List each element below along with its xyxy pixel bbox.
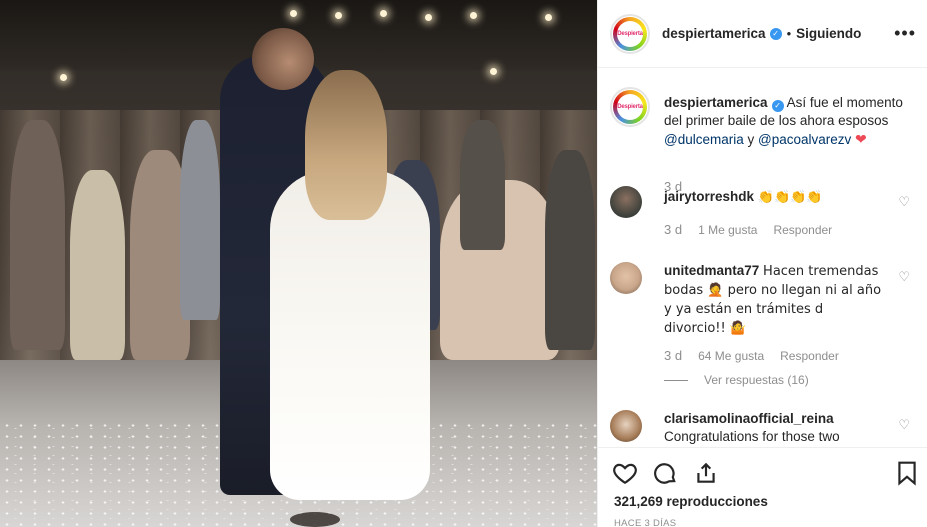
- post-actions: 321,269 reproducciones HACE 3 DÍAS: [598, 447, 927, 527]
- comment-body: clarisamolinaofficial_reina Congratulati…: [664, 410, 888, 446]
- string-light: [335, 12, 342, 19]
- avatar-ring: Despierta: [613, 16, 647, 51]
- comment-body: jairytorreshdk 👏👏👏👏: [664, 188, 888, 207]
- commenter-avatar[interactable]: [610, 186, 642, 218]
- author-avatar[interactable]: Despierta: [610, 13, 650, 54]
- comment-time[interactable]: 3 d: [664, 222, 682, 237]
- comment-icon[interactable]: [652, 460, 678, 486]
- bookmark-icon[interactable]: [894, 460, 920, 486]
- verified-badge-icon: ✓: [771, 100, 784, 112]
- instagram-post: Despierta despiertamerica ✓ • Siguiendo …: [0, 0, 927, 527]
- caption-text: despiertamerica ✓ Así fue el momento del …: [664, 94, 919, 149]
- string-light: [545, 14, 552, 21]
- commenter-username[interactable]: jairytorreshdk: [664, 189, 754, 204]
- guest-figure: [10, 120, 65, 350]
- caption-conjunction: y: [747, 132, 755, 147]
- guest-figure: [460, 120, 505, 250]
- view-replies-button[interactable]: Ver respuestas (16): [664, 373, 809, 387]
- author-username[interactable]: despiertamerica: [662, 26, 766, 41]
- comment-likes[interactable]: 64 Me gusta: [698, 349, 764, 363]
- following-button[interactable]: Siguiendo: [796, 26, 861, 41]
- string-light: [470, 12, 477, 19]
- caption-author-avatar[interactable]: Despierta: [610, 87, 650, 127]
- post-header: Despierta despiertamerica ✓ • Siguiendo …: [598, 0, 927, 68]
- heart-outline-icon[interactable]: ♡: [898, 194, 910, 210]
- comment-text: 👏👏👏👏: [757, 190, 823, 205]
- share-icon[interactable]: [693, 460, 719, 486]
- commenter-username[interactable]: clarisamolinaofficial_reina: [664, 411, 834, 426]
- guest-figure: [180, 120, 220, 320]
- avatar-logo: Despierta: [617, 20, 643, 47]
- post-video[interactable]: [0, 0, 597, 527]
- groom-head: [252, 28, 314, 90]
- replies-line: [664, 379, 688, 381]
- comment-meta: 3 d 64 Me gusta Responder: [664, 348, 839, 363]
- comment-time[interactable]: 3 d: [664, 348, 682, 363]
- string-light: [60, 74, 67, 81]
- comment-text: Congratulations for those two: [664, 429, 840, 444]
- commenter-username[interactable]: unitedmanta77: [664, 263, 759, 278]
- red-heart-emoji: ❤: [855, 131, 867, 147]
- comments-list[interactable]: Despierta despiertamerica ✓ Así fue el mo…: [598, 69, 927, 447]
- avatar-logo: Despierta: [617, 94, 643, 120]
- string-light: [490, 68, 497, 75]
- guest-figure: [545, 150, 595, 350]
- string-light: [290, 10, 297, 17]
- verified-badge-icon: ✓: [769, 27, 782, 40]
- comment-likes[interactable]: 1 Me gusta: [698, 223, 757, 237]
- commenter-avatar[interactable]: [610, 262, 642, 294]
- view-count[interactable]: 321,269 reproducciones: [614, 494, 768, 509]
- view-replies-label: Ver respuestas (16): [704, 373, 809, 387]
- comment-body: unitedmanta77 Hacen tremendas bodas 🤦 pe…: [664, 262, 888, 338]
- more-options-icon[interactable]: •••: [894, 24, 916, 42]
- comment-meta: 3 d 1 Me gusta Responder: [664, 222, 832, 237]
- reply-button[interactable]: Responder: [780, 349, 839, 363]
- commenter-avatar[interactable]: [610, 410, 642, 442]
- post-sidebar: Despierta despiertamerica ✓ • Siguiendo …: [597, 0, 927, 527]
- caption-username[interactable]: despiertamerica: [664, 95, 768, 110]
- bride-hair: [305, 70, 387, 220]
- mention-dulcemaria[interactable]: @dulcemaria: [664, 132, 744, 147]
- reply-button[interactable]: Responder: [773, 223, 832, 237]
- string-light: [380, 10, 387, 17]
- heart-outline-icon[interactable]: ♡: [898, 417, 910, 433]
- heart-icon[interactable]: [612, 460, 638, 486]
- foreground-shadow: [290, 512, 340, 527]
- post-date[interactable]: HACE 3 DÍAS: [614, 518, 676, 527]
- header-separator: •: [786, 26, 792, 41]
- mention-pacoalvarezv[interactable]: @pacoalvarezv: [758, 132, 851, 147]
- guest-figure: [70, 170, 125, 360]
- string-light: [425, 14, 432, 21]
- avatar-ring: Despierta: [613, 90, 647, 124]
- heart-outline-icon[interactable]: ♡: [898, 269, 910, 285]
